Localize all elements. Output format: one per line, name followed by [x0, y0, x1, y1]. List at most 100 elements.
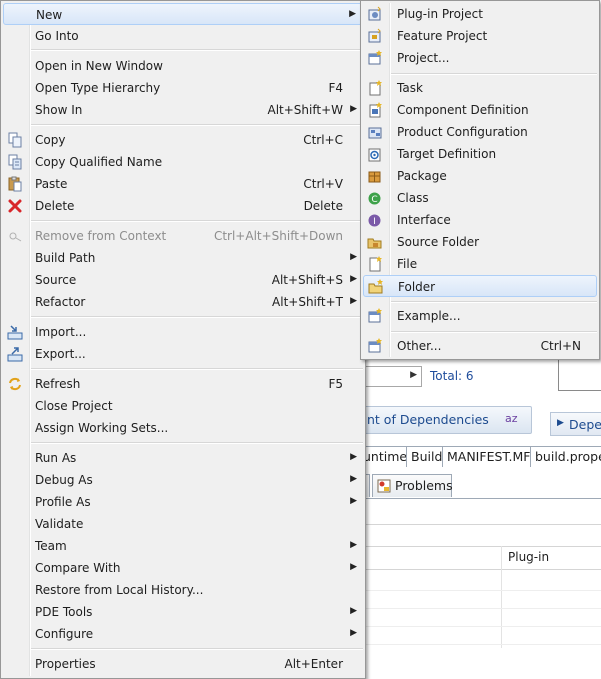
menu-item-show-in[interactable]: Show In Alt+Shift+W ▶: [3, 99, 363, 121]
menu-item-label: Class: [397, 191, 429, 205]
plugin-project-icon: [368, 6, 381, 21]
menu-item-paste[interactable]: Paste Ctrl+V: [3, 173, 363, 195]
plugin-table: Plug-in: [358, 520, 601, 650]
menu-item-label: Delete: [35, 199, 75, 213]
menu-item-label: Debug As: [35, 473, 93, 487]
total-label: Total: 6: [430, 369, 474, 383]
folder-icon: [368, 279, 383, 294]
menu-item-open-type-hierarchy[interactable]: Open Type Hierarchy F4: [3, 77, 363, 99]
sort-az-icon[interactable]: az: [505, 412, 518, 425]
menu-item-label: Product Configuration: [397, 125, 528, 139]
menu-item-interface[interactable]: I Interface: [363, 209, 597, 231]
menu-item-go-into[interactable]: Go Into: [3, 25, 363, 47]
package-icon: [368, 171, 381, 183]
project-icon: [368, 50, 382, 65]
menu-separator: [31, 220, 363, 222]
menu-item-configure[interactable]: Configure ▶: [3, 623, 363, 645]
target-definition-icon: [368, 148, 381, 162]
dependencies-right-label: Depe: [569, 417, 601, 432]
menu-item-pde-tools[interactable]: PDE Tools ▶: [3, 601, 363, 623]
menu-item-label: Interface: [397, 213, 451, 227]
task-icon: [369, 80, 382, 96]
menu-item-label: Compare With: [35, 561, 121, 575]
menu-item-target-definition[interactable]: Target Definition: [363, 143, 597, 165]
menu-item-compare-with[interactable]: Compare With ▶: [3, 557, 363, 579]
menu-item-component-definition[interactable]: Component Definition: [363, 99, 597, 121]
menu-item-file[interactable]: File: [363, 253, 597, 275]
menu-item-task[interactable]: Task: [363, 77, 597, 99]
menu-item-label: Open in New Window: [35, 59, 163, 73]
menu-item-restore-from-local-history[interactable]: Restore from Local History...: [3, 579, 363, 601]
file-icon: [369, 256, 382, 272]
column-plugin[interactable]: Plug-in: [508, 550, 549, 564]
triangle-right-icon: ▶: [557, 418, 564, 428]
menu-item-label: Properties: [35, 657, 96, 671]
menu-item-label: Profile As: [35, 495, 91, 509]
menu-item-refresh[interactable]: Refresh F5: [3, 373, 363, 395]
menu-separator: [31, 368, 363, 370]
menu-item-properties[interactable]: Properties Alt+Enter: [3, 653, 363, 675]
menu-item-label: Run As: [35, 451, 77, 465]
menu-item-source[interactable]: Source Alt+Shift+S ▶: [3, 269, 363, 291]
tab-manifest[interactable]: MANIFEST.MF: [442, 446, 534, 467]
tab-problems[interactable]: Problems: [372, 474, 453, 497]
table-row: [358, 608, 601, 609]
menu-item-source-folder[interactable]: Source Folder: [363, 231, 597, 253]
menu-item-new[interactable]: New ▶: [3, 3, 363, 25]
menu-separator: [391, 73, 597, 75]
menu-item-label: Import...: [35, 325, 87, 339]
menu-item-label: Build Path: [35, 251, 96, 265]
menu-item-label: Close Project: [35, 399, 113, 413]
submenu-arrow-icon: ▶: [350, 606, 357, 616]
submenu-arrow-icon: ▶: [350, 474, 357, 484]
menu-item-plugin-project[interactable]: Plug-in Project: [363, 3, 597, 25]
menu-item-remove-from-context: Remove from Context Ctrl+Alt+Shift+Down: [3, 225, 363, 247]
menu-item-profile-as[interactable]: Profile As ▶: [3, 491, 363, 513]
menu-item-shortcut: Ctrl+V: [303, 177, 343, 191]
menu-item-import[interactable]: Import...: [3, 321, 363, 343]
refresh-icon: [9, 377, 21, 391]
menu-item-package[interactable]: Package: [363, 165, 597, 187]
menu-item-assign-working-sets[interactable]: Assign Working Sets...: [3, 417, 363, 439]
dependencies-section-button[interactable]: nt of Dependencies az: [358, 406, 532, 434]
menu-item-label: Validate: [35, 517, 84, 531]
menu-item-label: Open Type Hierarchy: [35, 81, 161, 95]
menu-item-folder[interactable]: Folder: [363, 275, 597, 297]
menu-item-close-project[interactable]: Close Project: [3, 395, 363, 417]
chevron-right-icon: ▶: [410, 370, 417, 380]
tab-build-properties[interactable]: build.prope: [530, 446, 601, 467]
menu-item-example[interactable]: Example...: [363, 305, 597, 327]
menu-separator: [31, 316, 363, 318]
menu-item-refactor[interactable]: Refactor Alt+Shift+T ▶: [3, 291, 363, 313]
menu-item-label: Source: [35, 273, 77, 287]
menu-separator: [31, 49, 363, 51]
paste-icon: [8, 176, 22, 192]
menu-item-export[interactable]: Export...: [3, 343, 363, 365]
menu-item-copy-qualified-name[interactable]: Copy Qualified Name: [3, 151, 363, 173]
menu-item-copy[interactable]: Copy Ctrl+C: [3, 129, 363, 151]
feature-project-icon: [368, 28, 381, 43]
menu-item-project[interactable]: Project...: [363, 47, 597, 69]
menu-item-delete[interactable]: Delete Delete: [3, 195, 363, 217]
menu-item-shortcut: Delete: [303, 199, 343, 213]
menu-item-team[interactable]: Team ▶: [3, 535, 363, 557]
submenu-arrow-icon: ▶: [350, 104, 357, 114]
menu-item-label: Restore from Local History...: [35, 583, 204, 597]
menu-item-label: Plug-in Project: [397, 7, 483, 21]
dependencies-right-button[interactable]: ▶ Depe: [550, 412, 601, 436]
menu-item-validate[interactable]: Validate: [3, 513, 363, 535]
menu-item-label: Other...: [397, 339, 442, 353]
menu-item-product-configuration[interactable]: Product Configuration: [363, 121, 597, 143]
menu-item-run-as[interactable]: Run As ▶: [3, 447, 363, 469]
menu-item-build-path[interactable]: Build Path ▶: [3, 247, 363, 269]
menu-item-debug-as[interactable]: Debug As ▶: [3, 469, 363, 491]
filter-combo[interactable]: ▶: [360, 366, 422, 387]
menu-item-open-in-new-window[interactable]: Open in New Window: [3, 55, 363, 77]
menu-item-label: Example...: [397, 309, 461, 323]
menu-item-feature-project[interactable]: Feature Project: [363, 25, 597, 47]
menu-item-shortcut: Ctrl+N: [540, 339, 581, 353]
menu-item-class[interactable]: C Class: [363, 187, 597, 209]
menu-separator: [31, 124, 363, 126]
export-icon: [7, 347, 23, 362]
menu-item-other[interactable]: Other... Ctrl+N: [363, 335, 597, 357]
